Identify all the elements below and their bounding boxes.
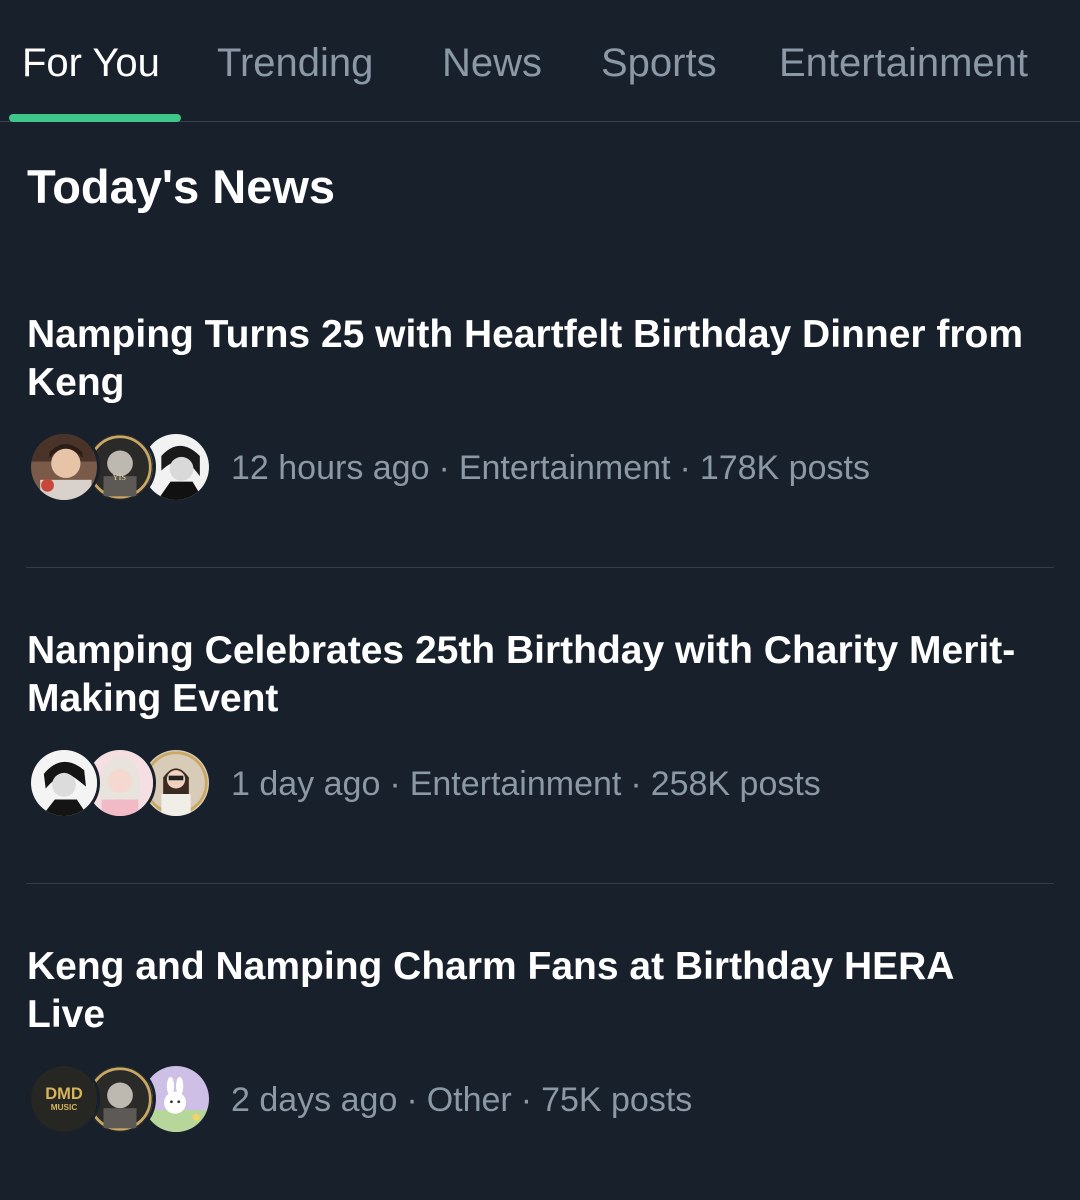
story-meta-text: 1 day ago · Entertainment · 258K posts	[231, 757, 821, 811]
tab-for-you[interactable]: For You	[22, 36, 160, 90]
story-meta: 1 day ago · Entertainment · 258K posts	[28, 747, 1048, 823]
avatar-stack: YIS	[28, 431, 212, 507]
news-story[interactable]: Namping Celebrates 25th Birthday with Ch…	[0, 627, 1080, 819]
avatar-stack	[28, 747, 212, 823]
avatar	[28, 431, 100, 503]
story-category: Other	[426, 1081, 512, 1119]
story-divider	[26, 883, 1054, 884]
story-time: 1 day ago	[231, 765, 381, 803]
tab-trending[interactable]: Trending	[217, 36, 373, 90]
tab-news[interactable]: News	[442, 36, 542, 90]
story-headline[interactable]: Namping Turns 25 with Heartfelt Birthday…	[27, 311, 1027, 407]
section-title: Today's News	[27, 160, 336, 213]
news-story[interactable]: Keng and Namping Charm Fans at Birthday …	[0, 943, 1080, 1135]
avatar-stack: DMD MUSIC	[28, 1063, 212, 1139]
tab-sports[interactable]: Sports	[601, 36, 717, 90]
story-category: Entertainment	[409, 765, 622, 803]
story-post-count: 75K posts	[541, 1081, 693, 1119]
meta-separator: ·	[630, 765, 642, 803]
meta-separator: ·	[438, 449, 450, 487]
story-post-count: 178K posts	[699, 449, 870, 487]
meta-separator: ·	[406, 1081, 418, 1119]
news-story[interactable]: Namping Turns 25 with Heartfelt Birthday…	[0, 311, 1080, 503]
story-time: 2 days ago	[231, 1081, 398, 1119]
story-meta: YIS 12 hours ago · Entertainment · 178K post…	[28, 431, 1048, 507]
story-meta-text: 12 hours ago · Entertainment · 178K posts	[231, 441, 870, 495]
story-post-count: 258K posts	[650, 765, 821, 803]
story-meta: DMD MUSIC 2 days ago · Other · 75K posts	[28, 1063, 1048, 1139]
meta-separator: ·	[520, 1081, 533, 1119]
active-tab-indicator	[9, 114, 181, 122]
svg-text:YIS: YIS	[113, 473, 127, 482]
story-meta-text: 2 days ago · Other · 75K posts	[231, 1073, 692, 1127]
dmd-logo-subtext: MUSIC	[51, 1103, 78, 1112]
avatar: DMD MUSIC	[28, 1063, 100, 1135]
tab-entertainment[interactable]: Entertainment	[779, 36, 1028, 90]
meta-separator: ·	[679, 449, 691, 487]
story-category: Entertainment	[458, 449, 671, 487]
tab-bar: For You Trending News Sports Entertainme…	[0, 0, 1080, 122]
story-time: 12 hours ago	[231, 449, 430, 487]
avatar	[28, 747, 100, 819]
meta-separator: ·	[389, 765, 401, 803]
story-headline[interactable]: Namping Celebrates 25th Birthday with Ch…	[27, 627, 1027, 723]
story-headline[interactable]: Keng and Namping Charm Fans at Birthday …	[27, 943, 1027, 1039]
dmd-logo-text: DMD	[45, 1085, 83, 1103]
story-divider	[26, 567, 1054, 568]
